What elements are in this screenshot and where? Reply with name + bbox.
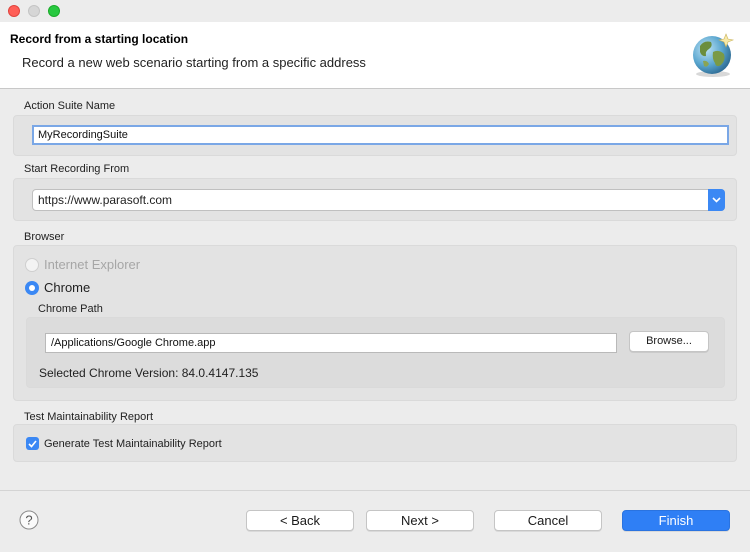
browser-group: Internet Explorer Chrome Chrome Path Bro… <box>13 245 737 401</box>
maintainability-group: Generate Test Maintainability Report <box>13 424 737 462</box>
radio-internet-explorer[interactable]: Internet Explorer <box>25 257 140 272</box>
radio-icon-checked <box>25 280 39 295</box>
action-suite-name-input[interactable] <box>32 125 729 145</box>
radio-chrome-label: Chrome <box>44 280 91 295</box>
globe-icon <box>693 33 735 77</box>
start-url-select[interactable]: https://www.parasoft.com <box>32 189 725 211</box>
page-description: Record a new web scenario starting from … <box>22 55 366 70</box>
page-title: Record from a starting location <box>10 32 189 46</box>
next-button[interactable]: Next > <box>366 510 474 531</box>
close-window-button[interactable] <box>8 5 20 17</box>
finish-button[interactable]: Finish <box>622 510 730 531</box>
title-bar <box>0 0 750 22</box>
action-suite-group <box>13 115 737 156</box>
back-button[interactable]: < Back <box>246 510 354 531</box>
chrome-path-group: Browse... Selected Chrome Version: 84.0.… <box>26 317 725 388</box>
start-url-value: https://www.parasoft.com <box>38 193 173 207</box>
minimize-window-button[interactable] <box>28 5 40 17</box>
radio-internet-explorer-label: Internet Explorer <box>44 257 141 272</box>
action-suite-label: Action Suite Name <box>24 100 116 112</box>
cancel-button[interactable]: Cancel <box>494 510 602 531</box>
help-icon[interactable]: ? <box>19 510 39 530</box>
chrome-path-label: Chrome Path <box>38 303 103 315</box>
svg-text:?: ? <box>25 513 32 528</box>
browse-button[interactable]: Browse... <box>629 331 709 352</box>
chrome-version-text: Selected Chrome Version: 84.0.4147.135 <box>39 366 259 380</box>
start-recording-group: https://www.parasoft.com <box>13 178 737 221</box>
generate-report-label: Generate Test Maintainability Report <box>44 437 222 450</box>
footer-divider <box>0 490 750 491</box>
radio-chrome[interactable]: Chrome <box>25 280 90 295</box>
chrome-path-input[interactable] <box>45 333 617 353</box>
maintainability-label: Test Maintainability Report <box>24 411 154 423</box>
browser-label: Browser <box>24 231 65 243</box>
radio-icon-unchecked <box>25 257 39 272</box>
zoom-window-button[interactable] <box>48 5 60 17</box>
checkmark-icon <box>26 437 39 450</box>
chevron-down-icon[interactable] <box>708 189 725 211</box>
wizard-header: Record from a starting location Record a… <box>0 22 750 89</box>
generate-report-checkbox[interactable]: Generate Test Maintainability Report <box>26 437 222 450</box>
start-recording-label: Start Recording From <box>24 163 130 175</box>
